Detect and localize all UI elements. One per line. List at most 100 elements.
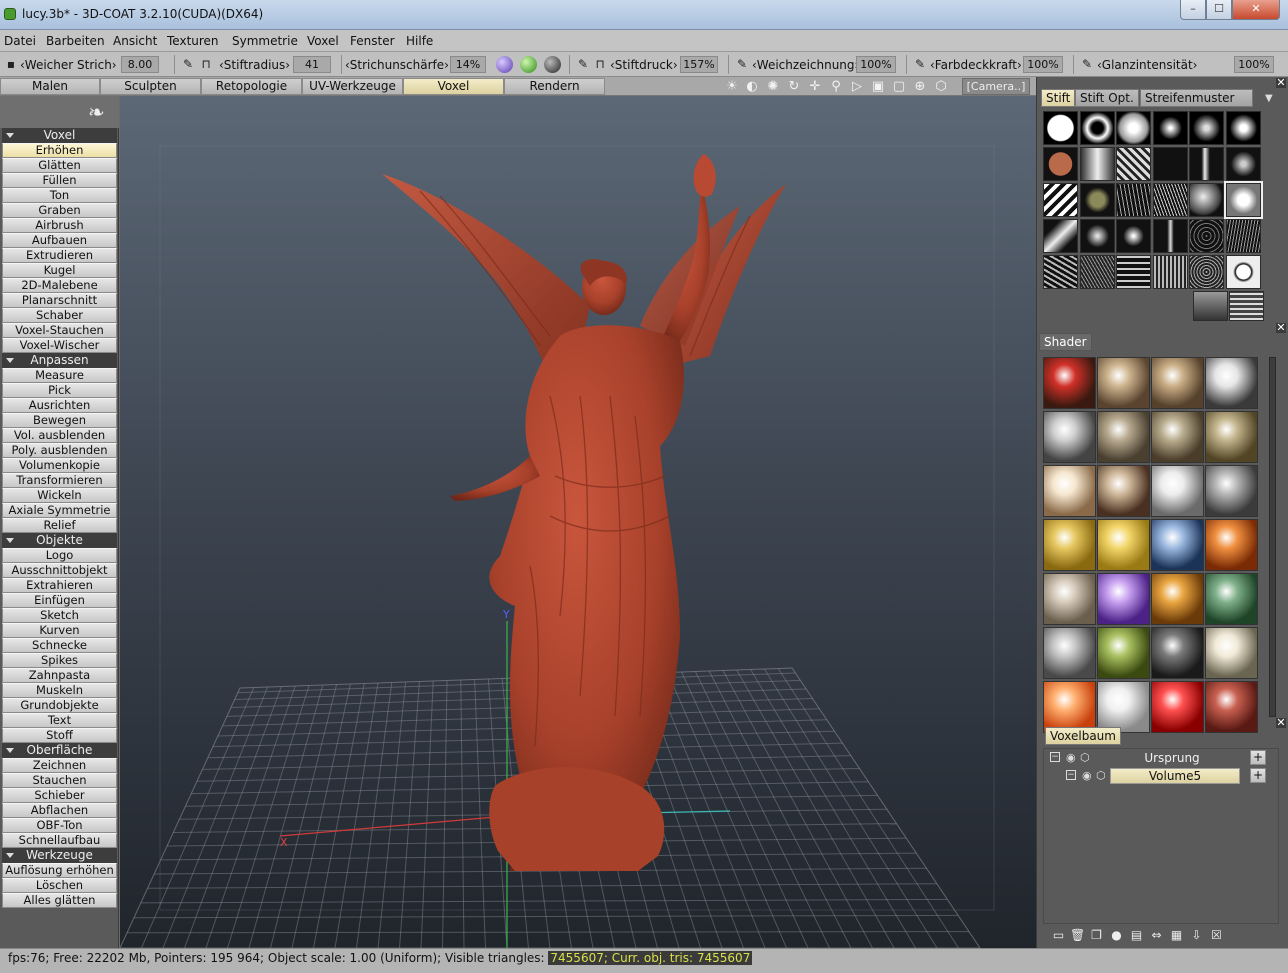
tool-button[interactable]: Einfügen [2, 593, 117, 608]
green-material-icon[interactable] [520, 56, 537, 73]
sphere-icon[interactable]: ● [1109, 928, 1124, 942]
brush-alpha-thumb[interactable] [1225, 147, 1261, 181]
menu-barbeiten[interactable]: Barbeiten [46, 34, 105, 48]
pressure-value[interactable]: 157% [680, 56, 718, 73]
brush-alpha-thumb[interactable] [1189, 111, 1224, 145]
brush-alpha-thumb[interactable] [1189, 255, 1224, 289]
close-panel-icon[interactable]: ✕ [1276, 717, 1286, 728]
soft-stroke-label[interactable]: ‹Weicher Strich› [20, 58, 117, 72]
color-opacity-value[interactable]: 100% [1023, 56, 1063, 73]
square-icon[interactable]: ▢ [891, 79, 907, 94]
shader-swatch[interactable] [1151, 357, 1204, 409]
add-child-button[interactable]: + [1250, 750, 1266, 765]
tree-volume-name[interactable]: Volume5 [1110, 768, 1240, 784]
gloss-label[interactable]: ‹Glanzintensität› [1097, 58, 1197, 72]
brush-alpha-thumb[interactable] [1116, 111, 1151, 145]
chevron-down-icon[interactable]: ▼ [1265, 93, 1273, 104]
spring-icon[interactable] [1229, 291, 1264, 321]
new-layer-icon[interactable]: ▭ [1051, 928, 1066, 942]
sharpness-label[interactable]: ‹Strichunschärfe› [345, 58, 449, 72]
eye-icon[interactable]: ◉ [1066, 751, 1076, 764]
shader-swatch[interactable] [1097, 681, 1150, 733]
menu-voxel[interactable]: Voxel [307, 34, 339, 48]
grid-icon[interactable]: ▦ [1169, 928, 1184, 942]
menu-symmetrie[interactable]: Symmetrie [232, 34, 298, 48]
shader-swatch[interactable] [1205, 573, 1258, 625]
tab-sculpten[interactable]: Sculpten [100, 78, 201, 95]
pen-icon[interactable]: ✎ [1079, 56, 1095, 73]
tool-button[interactable]: Erhöhen [2, 143, 117, 158]
tool-button[interactable]: Spikes [2, 653, 117, 668]
brush-alpha-thumb[interactable] [1152, 219, 1188, 253]
tab-retopologie[interactable]: Retopologie [201, 78, 302, 95]
close-button[interactable]: ✕ [1232, 0, 1280, 20]
shader-swatch[interactable] [1151, 465, 1204, 517]
tool-button[interactable]: Löschen [2, 878, 117, 893]
group-header[interactable]: Werkzeuge [2, 848, 117, 863]
tool-button[interactable]: Text [2, 713, 117, 728]
group-header[interactable]: Anpassen [2, 353, 117, 368]
tool-button[interactable]: Kugel [2, 263, 117, 278]
tool-button[interactable]: Schaber [2, 308, 117, 323]
brush-alpha-thumb[interactable] [1043, 111, 1078, 145]
camera-selector[interactable]: [Camera..] [962, 78, 1030, 95]
tool-button[interactable]: Schnecke [2, 638, 117, 653]
tool-button[interactable]: Füllen [2, 173, 117, 188]
shader-scrollbar[interactable] [1269, 357, 1276, 717]
tool-button[interactable]: Vol. ausblenden [2, 428, 117, 443]
tab-rendern[interactable]: Rendern [504, 78, 605, 95]
tool-button[interactable]: Extrudieren [2, 248, 117, 263]
pen-icon[interactable]: ✎ [180, 56, 196, 73]
add-child-button[interactable]: + [1250, 768, 1266, 783]
folder-icon[interactable] [1193, 291, 1228, 321]
brush-alpha-thumb[interactable] [1225, 219, 1261, 253]
tool-button[interactable]: Airbrush [2, 218, 117, 233]
shader-swatch[interactable] [1205, 627, 1258, 679]
tool-button[interactable]: Zahnpasta [2, 668, 117, 683]
brush-alpha-thumb[interactable] [1152, 255, 1188, 289]
zoom-icon[interactable]: ⚲ [828, 79, 844, 94]
shader-swatch[interactable] [1151, 627, 1204, 679]
pressure-label[interactable]: ‹Stiftdruck› [610, 58, 678, 72]
brush-alpha-thumb[interactable] [1043, 147, 1078, 181]
shader-swatch[interactable] [1097, 411, 1150, 463]
tab-malen[interactable]: Malen [0, 78, 100, 95]
tree-root-name[interactable]: Ursprung [1096, 750, 1248, 766]
brush-alpha-thumb[interactable] [1189, 183, 1224, 217]
save-icon[interactable]: ▤ [1129, 928, 1144, 942]
tool-button[interactable]: Relief [2, 518, 117, 533]
shader-swatch[interactable] [1043, 573, 1096, 625]
tool-button[interactable]: Volumenkopie [2, 458, 117, 473]
tool-button[interactable]: Ausrichten [2, 398, 117, 413]
color-opacity-label[interactable]: ‹Farbdeckkraft› [930, 58, 1022, 72]
brush-alpha-thumb[interactable] [1079, 111, 1115, 145]
shader-swatch[interactable] [1097, 519, 1150, 571]
shader-swatch[interactable] [1097, 573, 1150, 625]
brush-alpha-thumb[interactable] [1223, 181, 1263, 219]
tool-button[interactable]: Bewegen [2, 413, 117, 428]
black-material-icon[interactable] [544, 56, 561, 73]
rotate-icon[interactable]: ↻ [786, 79, 802, 94]
tool-button[interactable]: OBF-Ton [2, 818, 117, 833]
collapse-icon[interactable]: − [1050, 752, 1060, 762]
brush-alpha-thumb[interactable] [1116, 255, 1151, 289]
tool-button[interactable]: Wickeln [2, 488, 117, 503]
tool-button[interactable]: Poly. ausblenden [2, 443, 117, 458]
brush-alpha-thumb[interactable] [1079, 183, 1115, 217]
tool-button[interactable]: Glätten [2, 158, 117, 173]
tool-button[interactable]: Ausschnittobjekt [2, 563, 117, 578]
brush-alpha-thumb[interactable] [1043, 255, 1078, 289]
soft-stroke-value[interactable]: 8.00 [121, 56, 159, 73]
voxel-tree-tab[interactable]: Voxelbaum [1045, 727, 1121, 745]
merge-icon[interactable]: ⇔ [1149, 928, 1164, 942]
brush-alpha-thumb[interactable] [1043, 183, 1078, 217]
move-icon[interactable]: ✛ [807, 79, 823, 94]
perspective-icon[interactable]: ▷ [849, 79, 865, 94]
blue-material-icon[interactable] [496, 56, 513, 73]
tool-button[interactable]: Abflachen [2, 803, 117, 818]
shader-swatch[interactable] [1097, 627, 1150, 679]
close-panel-icon[interactable]: ✕ [1276, 77, 1286, 88]
sharpness-value[interactable]: 14% [450, 56, 486, 73]
tool-button[interactable]: Extrahieren [2, 578, 117, 593]
menu-texturen[interactable]: Texturen [167, 34, 219, 48]
